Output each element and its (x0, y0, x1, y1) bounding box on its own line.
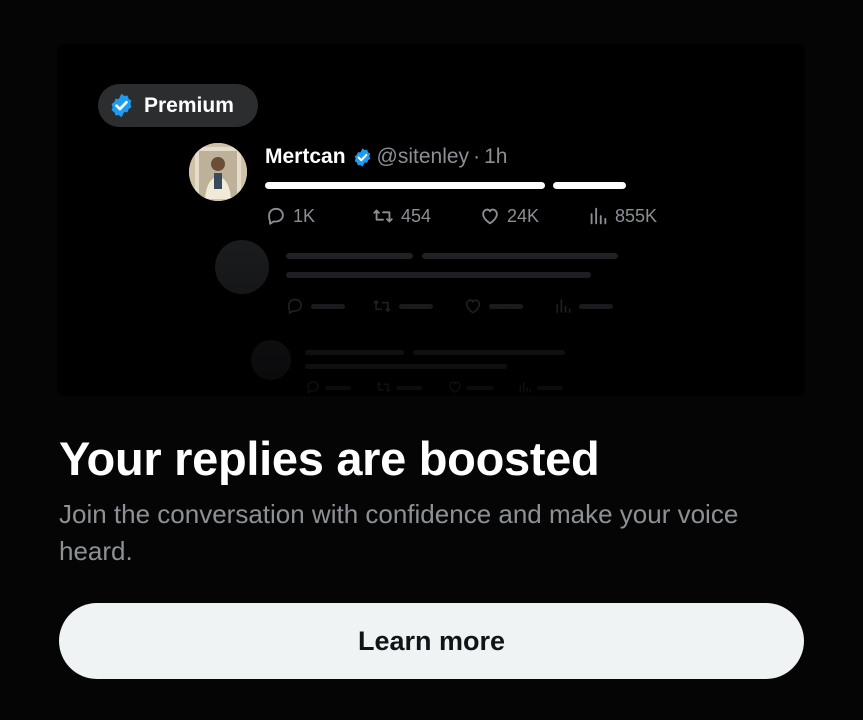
placeholder-line (396, 386, 422, 390)
reply-icon (307, 381, 319, 394)
tweet-header: Mertcan @sitenley · 1h (265, 145, 507, 169)
placeholder-reply (215, 240, 635, 320)
views-icon (556, 299, 571, 313)
views-count: 855K (615, 205, 658, 226)
placeholder-line (537, 386, 563, 390)
premium-badge: Premium (98, 84, 258, 127)
placeholder-avatar (215, 240, 269, 294)
repost-icon (376, 382, 391, 392)
text-placeholder (265, 182, 545, 189)
placeholder-reply (251, 340, 591, 396)
placeholder-line (399, 304, 433, 309)
placeholder-line (413, 350, 565, 355)
like-action: 24K (479, 205, 539, 227)
views-icon (519, 381, 531, 393)
page-subtitle: Join the conversation with confidence an… (59, 499, 739, 566)
repost-count: 454 (401, 205, 432, 226)
heart-icon (449, 381, 461, 394)
verified-badge-icon (108, 92, 135, 119)
repost-icon (373, 299, 391, 313)
separator: · (473, 145, 481, 168)
like-count: 24K (507, 205, 540, 226)
placeholder-line (422, 253, 618, 259)
reply-action: 1K (265, 205, 315, 227)
verified-icon (352, 147, 373, 168)
tweet-actions: 1K 454 24K 855K (265, 205, 685, 229)
author-name: Mertcan (265, 145, 346, 168)
author-handle: @sitenley (376, 145, 470, 168)
heart-icon (465, 299, 481, 314)
views-icon (590, 207, 607, 225)
views-action: 855K (587, 205, 657, 227)
placeholder-line (286, 253, 413, 259)
placeholder-line (489, 304, 523, 309)
premium-illustration: Premium Mertcan @sitenley · 1h 1K 454 24… (57, 44, 805, 396)
reply-count: 1K (293, 205, 316, 226)
placeholder-line (305, 364, 507, 369)
reply-icon (287, 298, 303, 315)
placeholder-line (579, 304, 613, 309)
learn-more-button[interactable]: Learn more (59, 603, 804, 679)
repost-action: 454 (371, 205, 431, 227)
placeholder-line (286, 272, 591, 278)
premium-label: Premium (144, 93, 234, 117)
placeholder-line (467, 386, 493, 390)
placeholder-line (305, 350, 404, 355)
avatar (189, 143, 247, 201)
placeholder-line (311, 304, 345, 309)
reply-icon (268, 207, 284, 225)
placeholder-line (325, 386, 351, 390)
text-placeholder (553, 182, 626, 189)
tweet-time: 1h (484, 145, 508, 168)
page-title: Your replies are boosted (59, 432, 600, 485)
repost-icon (373, 209, 393, 223)
heart-icon (482, 208, 498, 225)
placeholder-avatar (251, 340, 291, 380)
